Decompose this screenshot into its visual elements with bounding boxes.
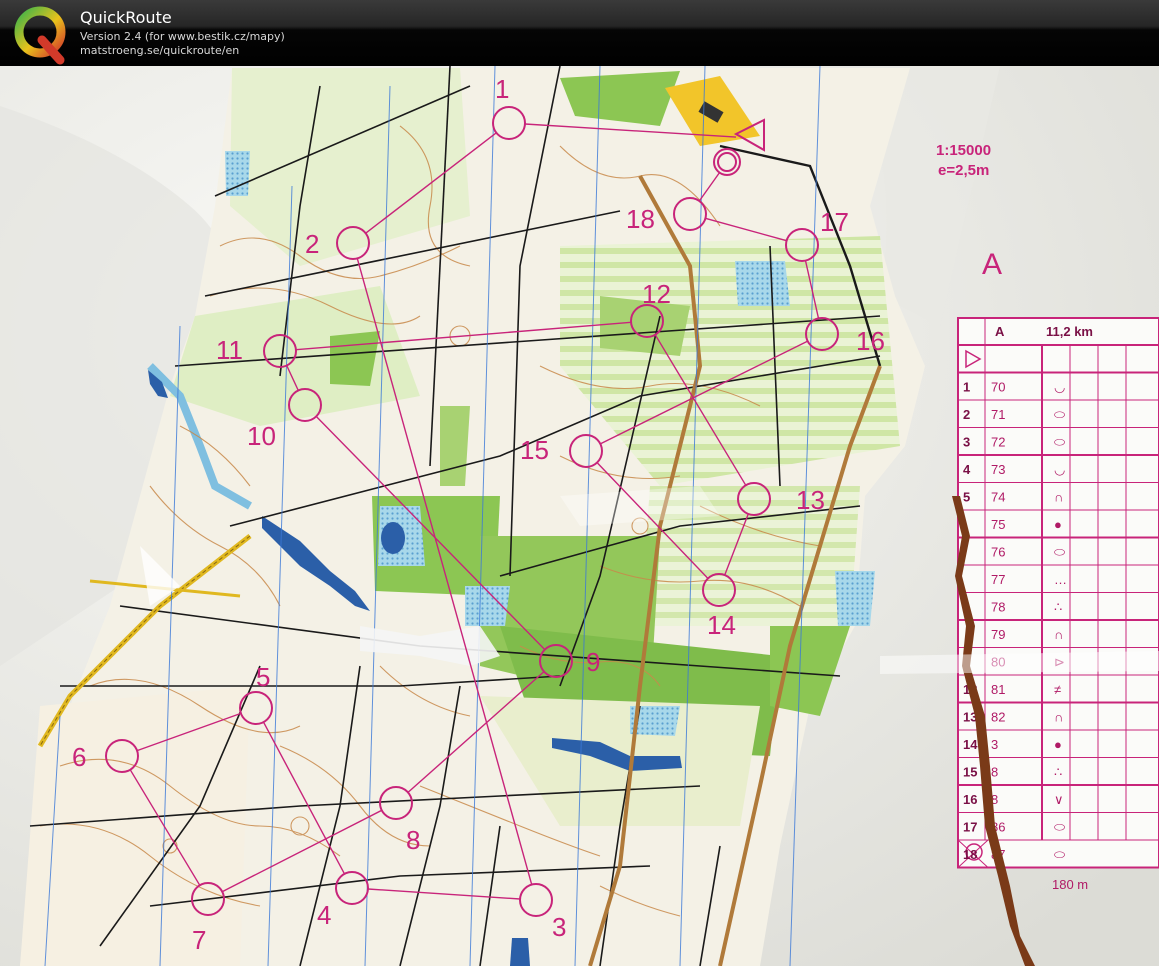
description-row-code: 75: [991, 517, 1005, 532]
description-feature-icon: ●: [1054, 737, 1062, 752]
control-number-13: 13: [796, 485, 825, 515]
description-feature-icon: ≠: [1054, 682, 1061, 697]
description-feature-icon: ◡: [1054, 380, 1065, 395]
control-number-14: 14: [707, 610, 736, 640]
orienteering-map[interactable]: 1:15000 e=2,5m A A 11,2 km 1 70 ◡2 71 ⬭3 72 ⬭4…: [0, 66, 1159, 966]
description-feature-icon: ⬭: [1054, 820, 1065, 835]
description-feature-icon: ∨: [1054, 792, 1064, 807]
description-row-code: 8: [991, 765, 998, 780]
description-row-number: 16: [963, 792, 977, 807]
description-row-code: 78: [991, 600, 1005, 615]
description-row-code: 70: [991, 380, 1005, 395]
description-row-code: 73: [991, 462, 1005, 477]
control-number-10: 10: [247, 421, 276, 451]
control-number-12: 12: [642, 279, 671, 309]
control-number-7: 7: [192, 925, 206, 955]
control-number-18: 18: [626, 204, 655, 234]
description-feature-icon: ⬭: [1054, 435, 1065, 450]
description-row-code: 77: [991, 572, 1005, 587]
description-row-code: 72: [991, 435, 1005, 450]
description-row-code: 82: [991, 710, 1005, 725]
app-title: QuickRoute: [80, 8, 172, 27]
description-feature-icon: ∩: [1054, 490, 1063, 505]
map-scale: 1:15000: [936, 142, 991, 159]
description-feature-icon: ∩: [1054, 710, 1063, 725]
map-view[interactable]: 1:15000 e=2,5m A A 11,2 km 1 70 ◡ 2 71 ⬭ 3 72 ⬭ 4…: [0, 66, 1159, 966]
description-row-code: 3: [991, 737, 998, 752]
description-course: A: [995, 324, 1005, 339]
control-number-17: 17: [820, 207, 849, 237]
control-number-15: 15: [520, 435, 549, 465]
lake: [510, 938, 530, 966]
control-number-8: 8: [406, 825, 420, 855]
control-number-1: 1: [495, 74, 509, 104]
control-number-5: 5: [256, 662, 270, 692]
description-feature-icon: ◡: [1054, 462, 1065, 477]
description-feature-icon: ⬭: [1054, 407, 1065, 422]
description-row-number: 3: [963, 435, 970, 450]
light-green-area: [20, 686, 250, 966]
description-row-number: 17: [963, 820, 977, 835]
description-row-number: 15: [963, 765, 977, 780]
quickroute-logo-icon: [14, 6, 66, 65]
description-row-code: 79: [991, 627, 1005, 642]
description-feature-icon: ●: [1054, 517, 1062, 532]
control-number-3: 3: [552, 912, 566, 942]
control-number-2: 2: [305, 229, 319, 259]
description-feature-icon: …: [1054, 572, 1067, 587]
app-version: Version 2.4 (for www.bestik.cz/mapy): [80, 30, 285, 43]
forest-green-area: [440, 406, 470, 486]
description-row-number: 5: [963, 490, 970, 505]
description-row-code: 81: [991, 682, 1005, 697]
control-number-4: 4: [317, 900, 331, 930]
control-number-9: 9: [586, 647, 600, 677]
marsh-area: [735, 261, 790, 306]
description-row-number: 2: [963, 407, 970, 422]
description-footer-distance: 180 m: [1052, 877, 1088, 892]
pond: [381, 522, 405, 554]
app-header: QuickRoute Version 2.4 (for www.bestik.c…: [0, 0, 1159, 66]
description-length: 11,2 km: [1046, 324, 1093, 339]
description-feature-icon: ⬭: [1054, 847, 1065, 862]
control-number-6: 6: [72, 742, 86, 772]
description-feature-icon: ∩: [1054, 627, 1063, 642]
course-letter: A: [982, 248, 1002, 281]
description-feature-icon: ∴: [1054, 765, 1062, 780]
description-row-code: 71: [991, 407, 1005, 422]
control-number-11: 11: [216, 335, 243, 365]
description-row-code: 74: [991, 490, 1005, 505]
description-row-number: 1: [963, 380, 970, 395]
control-number-16: 16: [856, 326, 885, 356]
marsh-area: [835, 571, 875, 626]
app-url-link[interactable]: matstroeng.se/quickroute/en: [80, 44, 239, 57]
description-feature-icon: ∴: [1054, 600, 1062, 615]
description-row-number: 4: [963, 462, 971, 477]
description-row-number: 18: [963, 847, 977, 862]
description-feature-icon: ⬭: [1054, 545, 1065, 560]
map-equidistance: e=2,5m: [938, 162, 989, 179]
description-row-code: 76: [991, 545, 1005, 560]
description-row-number: 14: [963, 737, 978, 752]
